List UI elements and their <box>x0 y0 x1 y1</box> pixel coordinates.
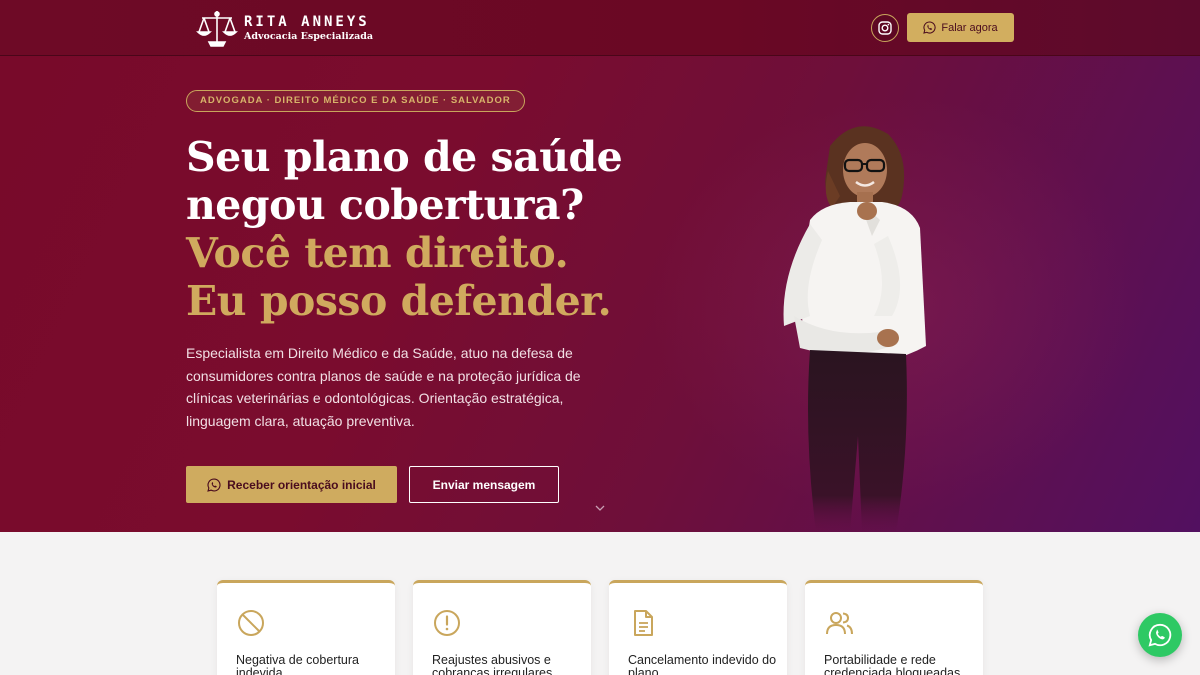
headline-line-3: Você tem direito. <box>186 229 569 277</box>
send-message-label: Enviar mensagem <box>432 477 536 492</box>
card-title: Cancelamento indevido do plano <box>628 653 777 675</box>
initial-guidance-button[interactable]: Receber orientação inicial <box>186 466 397 503</box>
whatsapp-icon <box>207 477 221 492</box>
document-icon <box>634 610 653 636</box>
users-icon <box>826 612 853 635</box>
logo-subtitle: Advocacia Especializada <box>244 31 374 42</box>
whatsapp-icon <box>923 21 936 34</box>
hero-lead-text: Especialista em Direito Médico e da Saúd… <box>186 345 581 429</box>
card-title: Portabilidade e rede credenciada bloquea… <box>824 653 961 675</box>
site-header: RITA ANNEYS Advocacia Especializada Fala… <box>0 0 1200 56</box>
logo-name: RITA ANNEYS <box>244 14 370 30</box>
specialty-badge: ADVOGADA · DIREITO MÉDICO E DA SAÚDE · S… <box>186 90 525 112</box>
headline-line-2: negou cobertura? <box>186 181 584 229</box>
talk-now-label: Falar agora <box>941 21 998 34</box>
ban-icon <box>238 610 264 636</box>
card-reajustes-abusivos[interactable]: Reajustes abusivos e cobranças irregular… <box>413 580 591 675</box>
whatsapp-icon <box>1148 623 1172 647</box>
talk-now-button[interactable]: Falar agora <box>907 13 1014 42</box>
logo[interactable]: RITA ANNEYS Advocacia Especializada <box>196 8 373 48</box>
hero-section: ADVOGADA · DIREITO MÉDICO E DA SAÚDE · S… <box>0 56 1200 532</box>
alert-circle-icon <box>434 610 460 636</box>
scales-of-justice-icon <box>196 11 238 47</box>
instagram-icon <box>878 21 892 35</box>
card-title: Negativa de cobertura indevida <box>236 653 359 675</box>
initial-guidance-label: Receber orientação inicial <box>227 477 376 492</box>
hero-headline: Seu plano de saúde negou cobertura? Você… <box>186 133 623 325</box>
instagram-button[interactable] <box>871 14 899 42</box>
card-portabilidade-rede[interactable]: Portabilidade e rede credenciada bloquea… <box>805 580 983 675</box>
card-title: Reajustes abusivos e cobranças irregular… <box>432 653 553 675</box>
whatsapp-floating-button[interactable] <box>1138 613 1182 657</box>
card-cancelamento-indevido[interactable]: Cancelamento indevido do plano <box>609 580 787 675</box>
send-message-button[interactable]: Enviar mensagem <box>409 466 559 503</box>
lawyer-portrait <box>783 126 926 532</box>
chevron-down-icon[interactable] <box>594 502 606 514</box>
service-cards: Negativa de cobertura indevida Reajustes… <box>217 580 983 675</box>
headline-line-1: Seu plano de saúde <box>186 133 623 181</box>
card-negativa-cobertura[interactable]: Negativa de cobertura indevida <box>217 580 395 675</box>
headline-line-4: Eu posso defender. <box>186 277 612 325</box>
